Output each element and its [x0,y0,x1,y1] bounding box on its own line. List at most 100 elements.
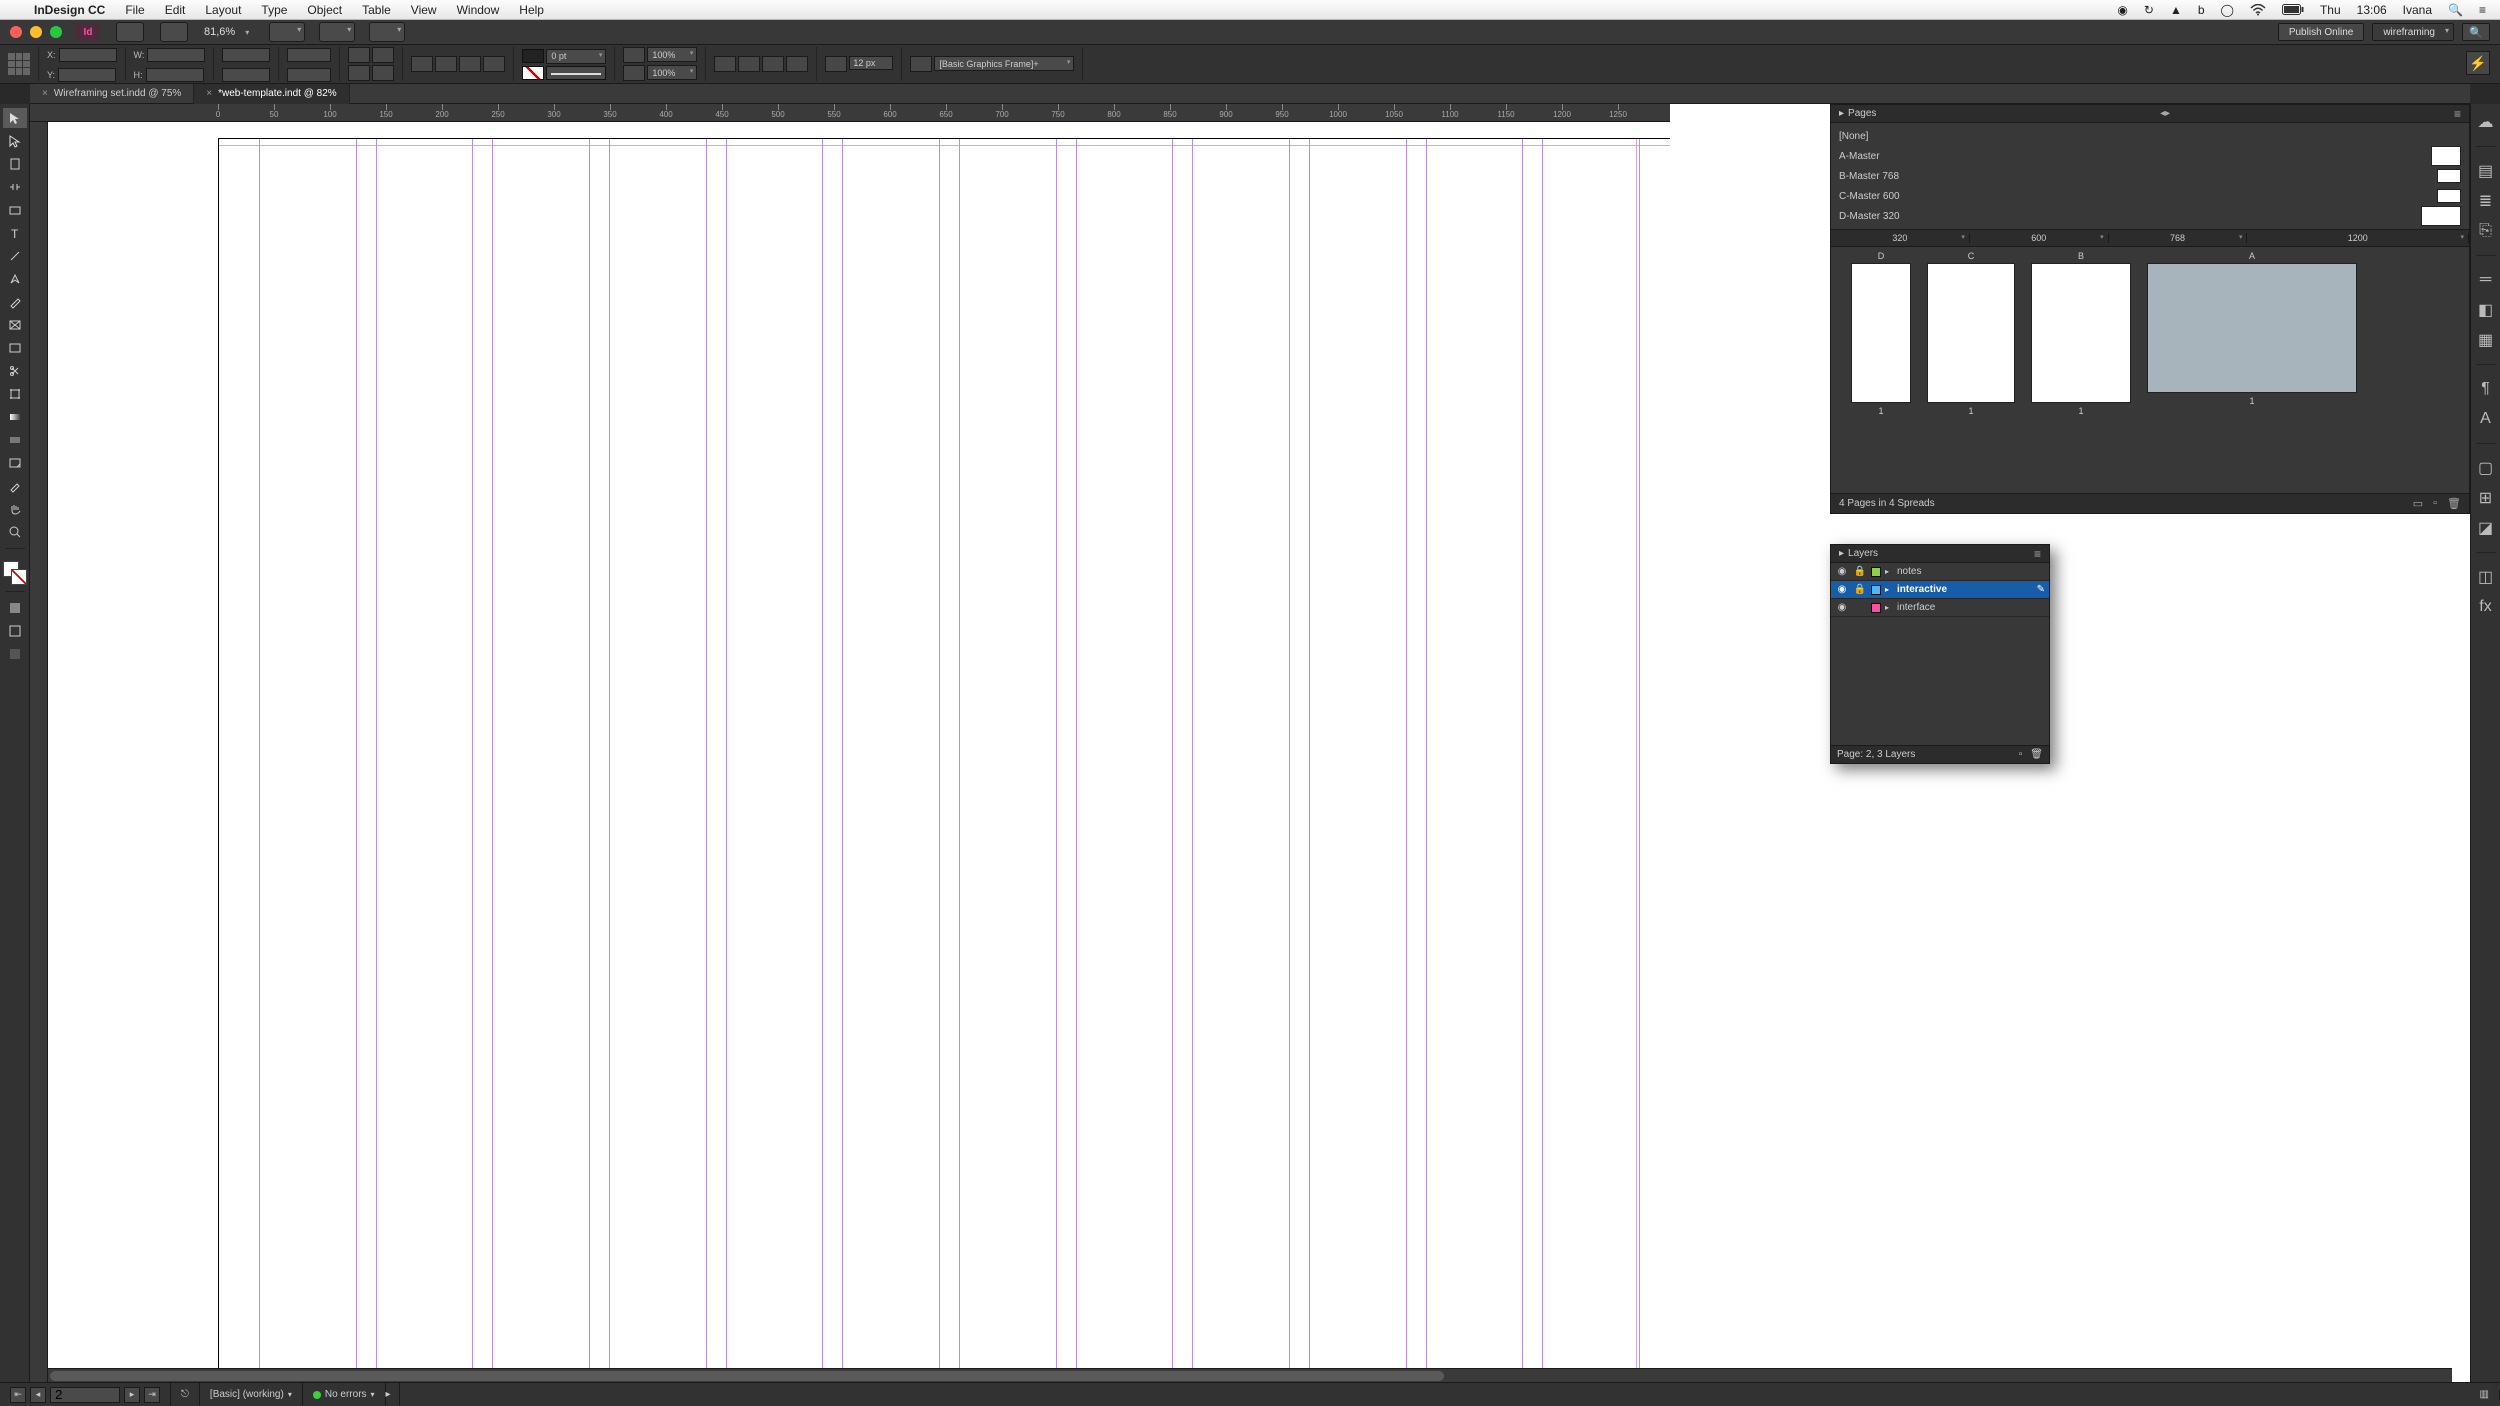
current-page-field[interactable] [50,1387,120,1403]
drop-shadow-button[interactable] [623,65,645,81]
swatches-panel-icon[interactable]: ▦ [2475,330,2497,350]
layer-row[interactable]: ◉ 🔒 ▸ notes [1831,563,2049,581]
scale-y-field[interactable] [222,68,270,82]
align-panel-icon[interactable]: ⊞ [2475,488,2497,508]
gradient-feather-tool[interactable] [3,430,27,450]
zoom-tool[interactable] [3,522,27,542]
color-panel-icon[interactable]: ◧ [2475,300,2497,320]
menu-type[interactable]: Type [251,3,297,17]
fill-swatch[interactable] [522,49,544,63]
select-prev-button[interactable] [459,56,481,72]
rotation-field[interactable] [287,48,331,62]
eyedropper-tool[interactable] [3,476,27,496]
panel-titlebar[interactable]: ▸Pages ◂▸ ≡ [1831,105,2469,123]
content-collector-tool[interactable] [3,200,27,220]
page-thumbnail[interactable] [2031,263,2131,403]
panel-titlebar[interactable]: ▸Layers ≡ [1831,545,2049,563]
last-page-button[interactable]: ⇥ [144,1387,160,1403]
quick-apply-button[interactable]: ⚡ [2466,51,2490,75]
select-next-button[interactable] [483,56,505,72]
menu-view[interactable]: View [401,3,447,17]
user-name[interactable]: Ivana [2403,3,2432,17]
text-wrap-icon[interactable]: ◫ [2475,567,2497,587]
layers-panel-icon[interactable]: ≣ [2475,191,2497,211]
clock-day[interactable]: Thu [2320,3,2341,17]
height-field[interactable] [146,68,204,82]
text-wrap-none-button[interactable] [714,56,736,72]
app-name[interactable]: InDesign CC [24,3,115,17]
menu-table[interactable]: Table [352,3,401,17]
size-cell[interactable]: 1200 [2247,233,2469,243]
object-style-select[interactable]: [Basic Graphics Frame]+ [934,56,1074,71]
visibility-toggle-icon[interactable]: ◉ [1835,602,1849,613]
page-thumbnail-active[interactable] [2147,263,2357,393]
pages-panel-icon[interactable]: ▤ [2475,161,2497,181]
screen-mode-button[interactable] [319,22,355,42]
opacity-select[interactable]: 100% [647,47,697,62]
vertical-ruler[interactable] [30,122,48,1382]
cc-libraries-icon[interactable]: ☁ [2475,112,2497,132]
open-preflight-icon[interactable]: ⎋ [171,1383,200,1406]
new-layer-icon[interactable]: ▫ [2019,749,2023,760]
visibility-toggle-icon[interactable]: ◉ [1835,584,1849,595]
rotate-ccw-button[interactable] [348,65,370,81]
corner-options-button[interactable] [825,56,847,72]
panel-expand-icon[interactable]: ◂▸ [2160,108,2170,119]
rotate-cw-button[interactable] [348,47,370,63]
document-tab[interactable]: × *web-template.indt @ 82% [194,84,349,104]
clock-time[interactable]: 13:06 [2357,3,2387,17]
preflight-profile[interactable]: [Basic] (working) ▾ [200,1383,303,1406]
edit-page-size-icon[interactable]: ▭ [2413,497,2423,510]
pencil-tool[interactable] [3,292,27,312]
fill-stroke-swatch[interactable] [3,561,27,585]
arrange-documents-button[interactable] [369,22,405,42]
delete-page-icon[interactable]: 🗑 [2447,497,2461,510]
pen-target-icon[interactable]: ✎ [2037,584,2045,595]
select-container-button[interactable] [411,56,433,72]
menu-layout[interactable]: Layout [195,3,251,17]
free-transform-tool[interactable] [3,384,27,404]
width-field[interactable] [147,48,205,62]
delete-layer-icon[interactable]: 🗑 [2030,749,2043,760]
master-row[interactable]: [None] [1831,126,2469,146]
next-page-button[interactable]: ▸ [124,1387,140,1403]
corner-radius-field[interactable] [849,56,893,70]
page-spread[interactable] [218,138,1678,1382]
apply-color-button[interactable] [3,598,27,618]
zoom-dropdown-icon[interactable]: ▾ [239,24,255,40]
screen-mode-preview-button[interactable] [3,644,27,664]
scale-x-field[interactable] [222,48,270,62]
blend-mode-select[interactable]: 100% [647,65,697,80]
stroke-swatch[interactable] [522,66,544,80]
expand-layer-icon[interactable]: ▸ [1885,585,1893,594]
paragraph-styles-icon[interactable]: ¶ [2475,379,2497,399]
help-search-button[interactable]: 🔍 [2462,23,2490,41]
expand-layer-icon[interactable]: ▸ [1885,603,1893,612]
flip-h-button[interactable] [372,47,394,63]
close-tab-icon[interactable]: × [206,88,212,99]
lock-toggle-icon[interactable]: 🔒 [1853,566,1867,577]
first-page-button[interactable]: ⇤ [10,1387,26,1403]
bridge-button[interactable] [116,22,144,42]
menu-help[interactable]: Help [509,3,554,17]
menu-window[interactable]: Window [447,3,510,17]
size-cell[interactable]: 768 [2109,233,2248,243]
shear-field[interactable] [287,68,331,82]
menu-object[interactable]: Object [297,3,352,17]
effects-icon[interactable]: fx [2475,597,2497,617]
horizontal-scrollbar[interactable] [48,1368,2452,1382]
page-thumbnail[interactable] [1927,263,2015,403]
collapse-icon[interactable]: ▸ [1839,548,1844,559]
workspace-selector[interactable]: wireframing [2372,23,2454,41]
stroke-style-select[interactable] [546,66,606,80]
master-row[interactable]: C-Master 600 [1831,186,2469,206]
document-tab[interactable]: × Wireframing set.indd @ 75% [30,84,194,104]
flip-v-button[interactable] [372,65,394,81]
rectangle-frame-tool[interactable] [3,315,27,335]
page-thumbnail[interactable] [1851,263,1911,403]
minimize-window-button[interactable] [30,26,42,38]
stock-button[interactable] [160,22,188,42]
status-expand-icon[interactable]: ▸ [386,1383,400,1406]
expand-layer-icon[interactable]: ▸ [1885,567,1893,576]
battery-icon[interactable] [2282,4,2304,15]
